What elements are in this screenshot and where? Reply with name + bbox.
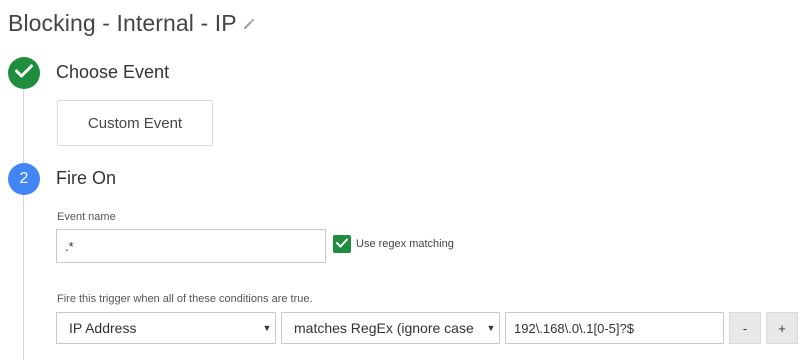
condition-operator-select[interactable]: matches RegEx (ignore case ▼ xyxy=(281,312,500,344)
conditions-label: Fire this trigger when all of these cond… xyxy=(57,293,313,305)
condition-variable-select[interactable]: IP Address ▼ xyxy=(56,312,276,344)
trigger-title-row: Blocking - Internal - IP xyxy=(8,8,255,38)
step-complete-indicator xyxy=(8,57,40,89)
condition-value: 192\.168\.0\.1[0-5]?$ xyxy=(514,320,634,336)
condition-operator-value: matches RegEx (ignore case xyxy=(294,320,474,336)
pencil-icon[interactable] xyxy=(243,18,255,30)
selected-event-card[interactable]: Custom Event xyxy=(57,100,213,146)
trigger-title: Blocking - Internal - IP xyxy=(8,9,237,36)
checkmark-icon xyxy=(15,64,33,83)
checkmark-icon xyxy=(336,235,348,253)
remove-condition-button[interactable]: - xyxy=(729,312,761,344)
step-number: 2 xyxy=(19,170,29,187)
event-name-input[interactable]: .* xyxy=(56,229,326,263)
step-title-choose-event: Choose Event xyxy=(56,62,170,82)
step-timeline-line xyxy=(23,88,24,360)
trigger-editor: Blocking - Internal - IP Choose Event Cu… xyxy=(0,0,808,360)
step-number-indicator: 2 xyxy=(8,163,40,195)
chevron-down-icon: ▼ xyxy=(262,323,272,333)
event-name-value: .* xyxy=(65,238,74,254)
chevron-down-icon: ▼ xyxy=(486,323,496,333)
add-condition-button[interactable]: + xyxy=(766,312,798,344)
use-regex-label: Use regex matching xyxy=(356,238,454,250)
event-name-label: Event name xyxy=(57,211,116,223)
selected-event-label: Custom Event xyxy=(87,114,183,132)
condition-variable-value: IP Address xyxy=(69,320,137,336)
condition-value-input[interactable]: 192\.168\.0\.1[0-5]?$ xyxy=(505,312,724,344)
use-regex-checkbox[interactable] xyxy=(333,235,351,253)
step-title-fire-on: Fire On xyxy=(56,168,117,188)
